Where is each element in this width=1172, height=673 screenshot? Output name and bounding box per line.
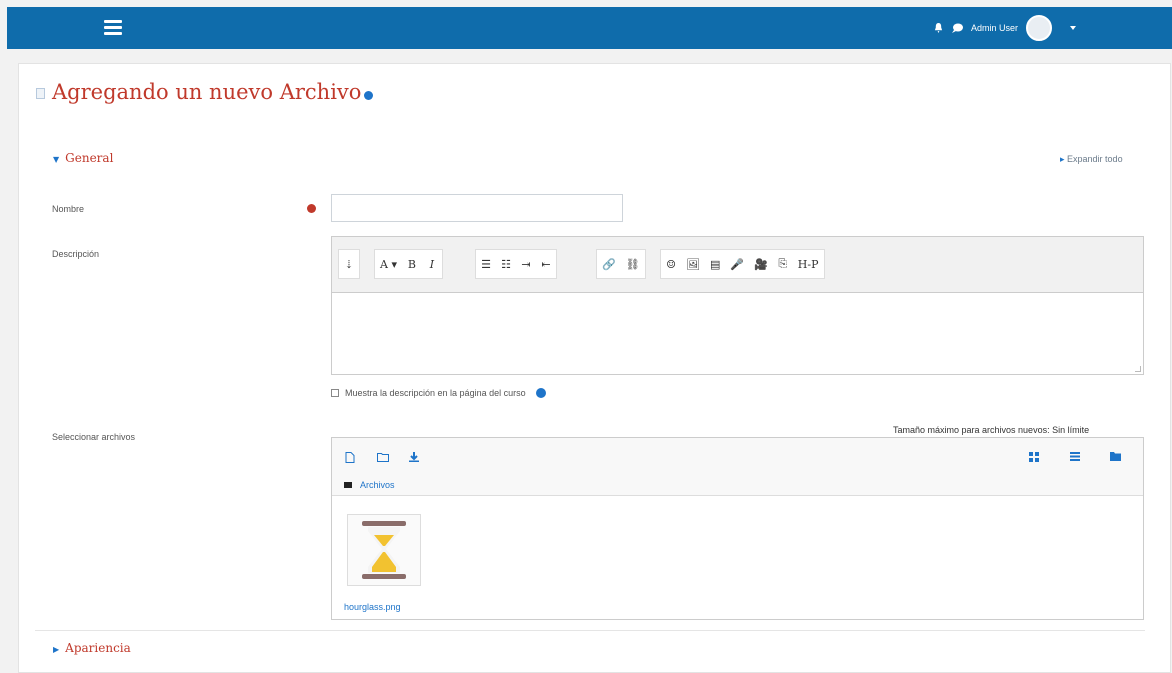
file-manager: Archivos hourglass.png bbox=[331, 437, 1144, 620]
tree-view-icon[interactable] bbox=[1110, 452, 1121, 461]
grid-view-icon[interactable] bbox=[1029, 452, 1039, 462]
bell-icon[interactable] bbox=[934, 23, 943, 33]
italic-button[interactable]: I bbox=[427, 258, 437, 271]
menu-icon[interactable] bbox=[104, 20, 122, 35]
section-appearance-label: Apariencia bbox=[65, 641, 131, 655]
description-label: Descripción bbox=[52, 249, 100, 259]
section-general-header[interactable]: ▼ General bbox=[53, 151, 113, 165]
bold-button[interactable]: B bbox=[407, 258, 417, 271]
select-files-label: Seleccionar archivos bbox=[52, 432, 136, 442]
unordered-list-button[interactable]: ☰ bbox=[481, 258, 491, 271]
file-thumbnail[interactable] bbox=[347, 514, 421, 586]
emoji-button[interactable]: ☺ bbox=[666, 258, 676, 271]
name-label: Nombre bbox=[52, 204, 85, 214]
user-menu[interactable]: Admin User bbox=[934, 15, 1077, 41]
chevron-right-icon: ▶ bbox=[53, 645, 60, 654]
link-button[interactable]: 🔗 bbox=[602, 258, 616, 271]
section-general-label: General bbox=[65, 151, 114, 165]
h5p-button[interactable]: H-P bbox=[798, 258, 819, 271]
toolbar-group-4: 🔗 ⛓ bbox=[596, 249, 646, 279]
max-size-text: Tamaño máximo para archivos nuevos: Sin … bbox=[893, 425, 1090, 435]
outdent-button[interactable]: ⇤ bbox=[541, 258, 551, 271]
name-field[interactable] bbox=[331, 194, 623, 222]
show-description-checkbox[interactable] bbox=[331, 389, 339, 397]
list-view-icon[interactable] bbox=[1070, 452, 1080, 461]
create-folder-icon[interactable] bbox=[377, 452, 389, 462]
chat-icon[interactable] bbox=[951, 23, 963, 33]
file-manager-toolbar: Archivos bbox=[332, 438, 1143, 496]
page-title-text: Agregando un nuevo Archivo bbox=[52, 80, 362, 104]
toolbar-group-1: ⇣ bbox=[338, 249, 360, 279]
help-icon[interactable] bbox=[364, 90, 374, 100]
required-icon bbox=[307, 204, 316, 213]
avatar[interactable] bbox=[1026, 15, 1053, 41]
image-button[interactable]: 🖼 bbox=[686, 258, 700, 271]
resize-handle[interactable] bbox=[1135, 366, 1141, 372]
show-description-row: Muestra la descripción en la página del … bbox=[331, 388, 546, 398]
chevron-down-icon[interactable] bbox=[1070, 26, 1077, 30]
media-button[interactable]: ▤ bbox=[710, 258, 720, 271]
file-icon bbox=[36, 88, 45, 99]
manage-files-button[interactable]: ⎘ bbox=[778, 257, 788, 271]
download-icon[interactable] bbox=[409, 452, 419, 462]
user-name[interactable]: Admin User bbox=[971, 23, 1018, 33]
toolbar-toggle-button[interactable]: ⇣ bbox=[344, 258, 354, 271]
chevron-down-icon: ▼ bbox=[53, 155, 60, 164]
toolbar-group-2: A ▾ B I bbox=[374, 249, 443, 279]
ordered-list-button[interactable]: ☷ bbox=[501, 258, 511, 271]
show-description-label: Muestra la descripción en la página del … bbox=[345, 388, 526, 398]
breadcrumb: Archivos bbox=[344, 480, 395, 490]
add-file-icon[interactable] bbox=[345, 452, 355, 463]
record-video-button[interactable]: 🎥 bbox=[754, 258, 768, 271]
toolbar-group-5: ☺ 🖼 ▤ 🎤 🎥 ⎘ H-P bbox=[660, 249, 825, 279]
record-audio-button[interactable]: 🎤 bbox=[730, 258, 744, 271]
hourglass-icon bbox=[362, 521, 406, 579]
font-size-button[interactable]: A ▾ bbox=[380, 258, 397, 271]
folder-icon bbox=[344, 482, 352, 488]
section-appearance-header[interactable]: ▶ Apariencia bbox=[53, 641, 131, 655]
editor-toolbar: ⇣ A ▾ B I ☰ ☷ ⇥ ⇤ 🔗 ⛓ ☺ 🖼 ▤ 🎤 🎥 ⎘ H-P bbox=[332, 237, 1143, 293]
unlink-button[interactable]: ⛓ bbox=[626, 258, 640, 271]
expand-all-link[interactable]: Expandir todo bbox=[1060, 154, 1123, 165]
page-title: Agregando un nuevo Archivo bbox=[52, 80, 374, 104]
description-editor[interactable]: ⇣ A ▾ B I ☰ ☷ ⇥ ⇤ 🔗 ⛓ ☺ 🖼 ▤ 🎤 🎥 ⎘ H-P bbox=[331, 236, 1144, 375]
section-divider bbox=[35, 630, 1145, 631]
file-name-link[interactable]: hourglass.png bbox=[344, 602, 401, 612]
top-navbar: Admin User bbox=[7, 7, 1172, 49]
indent-button[interactable]: ⇥ bbox=[521, 258, 531, 271]
toolbar-group-3: ☰ ☷ ⇥ ⇤ bbox=[475, 249, 557, 279]
breadcrumb-files-link[interactable]: Archivos bbox=[360, 480, 395, 490]
help-icon[interactable] bbox=[535, 388, 546, 398]
